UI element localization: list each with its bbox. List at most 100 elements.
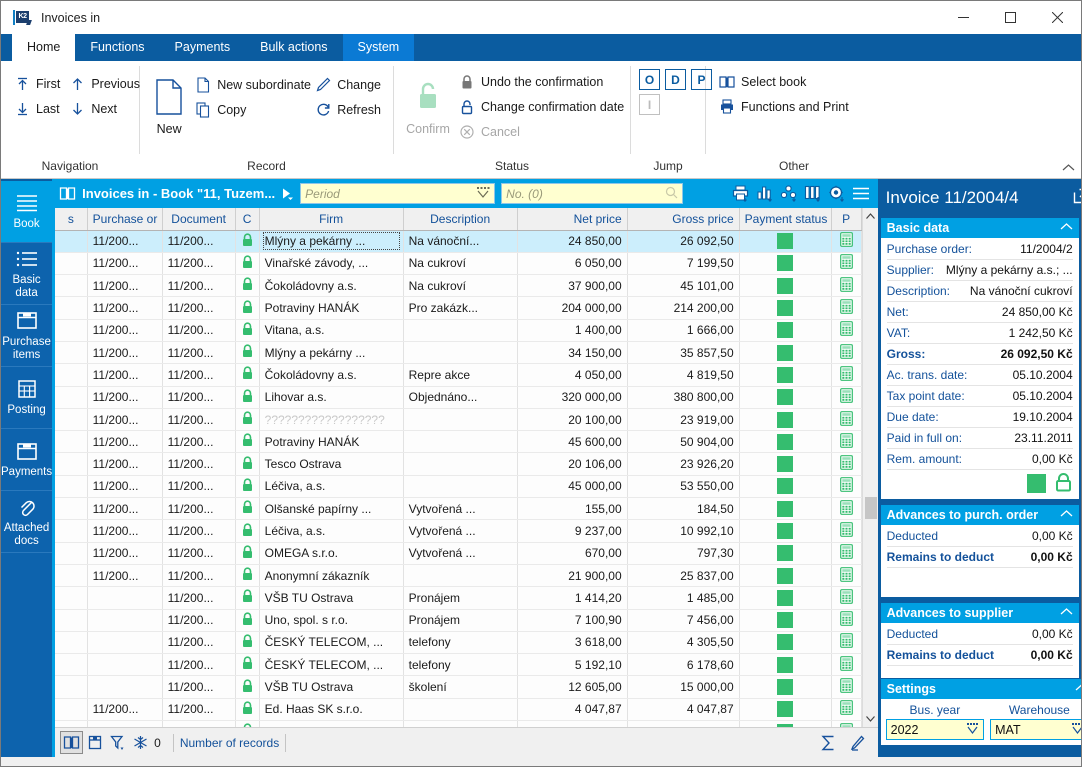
chevron-up-icon[interactable] xyxy=(1060,607,1073,619)
table-row[interactable]: 11/200... 11/200... Vitana, a.s. 1 400,00 1 … xyxy=(55,319,862,342)
maximize-button[interactable] xyxy=(987,1,1034,34)
menu-icon[interactable] xyxy=(850,183,872,205)
bus-year-dropdown-icon[interactable] xyxy=(966,722,979,737)
col-header-document[interactable]: Document xyxy=(162,208,236,231)
table-row[interactable]: 11/200... 11/200... Ed. Haas SK s.r.o. 4 04… xyxy=(55,698,862,722)
last-button[interactable]: Last xyxy=(9,96,64,121)
jump-button-o[interactable]: O xyxy=(639,69,660,90)
table-row[interactable]: 11/200... 11/200... Léčiva, a.s. 45 000,00 5… xyxy=(55,475,862,499)
chevron-up-icon[interactable] xyxy=(1062,163,1075,175)
first-button[interactable]: First xyxy=(9,71,64,96)
book-icon[interactable] xyxy=(60,731,84,754)
select-book-button[interactable]: Select book xyxy=(714,69,874,94)
copy-button[interactable]: Copy xyxy=(190,97,310,122)
col-header-description[interactable]: Description xyxy=(403,208,518,231)
col-header-payment-status[interactable]: Payment status xyxy=(739,208,832,231)
col-header-gross-price[interactable]: Gross price xyxy=(627,208,740,231)
change-confirmation-date-button[interactable]: Change confirmation date xyxy=(454,94,624,119)
table-row[interactable]: 11/200... 11/200... Mlýny a pekárny ... 34 … xyxy=(55,341,862,365)
refresh-button[interactable]: Refresh xyxy=(310,97,385,122)
table-row[interactable]: 11/200... 11/200... Vinařské závody, ... Na… xyxy=(55,252,862,276)
confirm-button[interactable]: Confirm xyxy=(402,67,454,151)
scroll-thumb[interactable] xyxy=(864,497,877,519)
table-row[interactable]: 11/200... VŠB TU Ostrava školení 12 605,00 1… xyxy=(55,675,862,699)
sidebar-item-attached-docs[interactable]: Attached docs xyxy=(1,491,53,553)
detail-card-header[interactable]: Advances to purch. order xyxy=(880,505,1079,525)
warehouse-dropdown-icon[interactable] xyxy=(1071,722,1081,737)
close-button[interactable] xyxy=(1034,1,1081,34)
sum-icon[interactable] xyxy=(817,731,840,754)
table-row[interactable]: 11/200... 11/200... Mlýny a pekárny ... Na … xyxy=(55,230,862,253)
grid-title-dropdown-icon[interactable] xyxy=(281,187,294,200)
minimize-button[interactable] xyxy=(940,1,987,34)
gear-icon[interactable] xyxy=(826,183,848,205)
sidebar-item-basic-data[interactable]: Basic data xyxy=(1,243,53,305)
sidebar-item-purchase-items[interactable]: Purchase items xyxy=(1,305,53,367)
detail-card-header[interactable]: Basic data xyxy=(880,218,1079,238)
period-filter-input[interactable]: Period xyxy=(300,183,496,204)
container-icon[interactable] xyxy=(83,731,106,754)
undo-confirmation-button[interactable]: Undo the confirmation xyxy=(454,69,622,94)
period-spinner-icon[interactable] xyxy=(476,186,490,201)
printer-icon[interactable] xyxy=(730,183,752,205)
col-header-c[interactable]: C xyxy=(235,208,260,231)
settings-card-header[interactable]: Settings xyxy=(880,679,1081,699)
sidebar-item-book[interactable]: Book xyxy=(1,181,53,243)
table-row[interactable]: 11/200... 11/200... Léčiva, a.s. Vytvořená … xyxy=(55,519,862,543)
col-header-s[interactable]: s xyxy=(55,208,88,231)
table-row[interactable]: 11/200... 11/200... OMEGA s.r.o. Vytvořená … xyxy=(55,542,862,565)
table-row[interactable]: 11/200... 11/200... Čokoládovny a.s. Repre … xyxy=(55,363,862,387)
col-header-purchase-order[interactable]: Purchase or xyxy=(87,208,163,231)
columns-icon[interactable] xyxy=(802,183,824,205)
cancel-button[interactable]: Cancel xyxy=(454,119,622,144)
scroll-up-icon[interactable] xyxy=(863,208,878,225)
tab-functions[interactable]: Functions xyxy=(75,34,159,61)
tab-home[interactable]: Home xyxy=(12,34,76,61)
col-header-net-price[interactable]: Net price xyxy=(517,208,628,231)
tab-system[interactable]: System xyxy=(342,34,415,61)
table-row[interactable]: 11/200... 11/200... Olšanské papírny ... Vy… xyxy=(55,497,862,521)
filter-icon[interactable] xyxy=(106,731,129,754)
table-row[interactable]: 11/200...11/200... DHL s.r.o. 37 000,0044 … xyxy=(55,720,862,727)
chevron-up-icon[interactable] xyxy=(1060,509,1073,521)
sidebar-item-posting[interactable]: Posting xyxy=(1,367,53,429)
open-external-icon[interactable] xyxy=(1073,188,1081,209)
scroll-down-icon[interactable] xyxy=(863,710,878,727)
search-icon[interactable] xyxy=(665,186,678,202)
table-row[interactable]: 11/200... 11/200... Lihovar a.s. Objednáno.… xyxy=(55,386,862,409)
number-search-input[interactable]: No. (0) xyxy=(501,183,684,204)
detail-card-header[interactable]: Advances to supplier xyxy=(880,603,1079,623)
table-vertical-scrollbar[interactable] xyxy=(861,208,878,727)
previous-button[interactable]: Previous xyxy=(64,71,140,96)
next-button[interactable]: Next xyxy=(64,96,136,121)
chevron-up-icon[interactable] xyxy=(1060,222,1073,234)
table-row[interactable]: 11/200... 11/200...?????????????????? 20 1… xyxy=(55,408,862,432)
col-header-p[interactable]: P xyxy=(831,208,862,231)
table-row[interactable]: 11/200... Uno, spol. s r.o. Pronájem 7 100,… xyxy=(55,609,862,632)
table-row[interactable]: 11/200... VŠB TU Ostrava Pronájem 1 414,20 1… xyxy=(55,586,862,610)
scroll-track[interactable] xyxy=(863,225,878,710)
table-row[interactable]: 11/200... 11/200... Anonymní zákazník 21 90… xyxy=(55,564,862,588)
jump-button-d[interactable]: D xyxy=(665,69,686,90)
bus-year-input[interactable]: 2022 xyxy=(885,719,985,740)
tab-bulk-actions[interactable]: Bulk actions xyxy=(245,34,342,61)
chevron-up-icon[interactable] xyxy=(1075,683,1081,695)
table-row[interactable]: 11/200... 11/200... Čokoládovny a.s. Na cuk… xyxy=(55,274,862,298)
sidebar-item-payments[interactable]: Payments xyxy=(1,429,53,491)
pen-icon[interactable] xyxy=(846,731,869,754)
table-row[interactable]: 11/200... ČESKÝ TELECOM, ... telefony 3 618… xyxy=(55,631,862,655)
bar-chart-icon[interactable] xyxy=(754,183,776,205)
pivot-icon[interactable] xyxy=(778,183,800,205)
table-row[interactable]: 11/200... 11/200... Potraviny HANÁK 45 600,… xyxy=(55,430,862,454)
change-button[interactable]: Change xyxy=(310,72,385,97)
snowflake-icon[interactable] xyxy=(129,731,152,754)
tab-payments[interactable]: Payments xyxy=(160,34,246,61)
table-row[interactable]: 11/200... ČESKÝ TELECOM, ... telefony 5 192… xyxy=(55,653,862,677)
new-button[interactable]: New xyxy=(148,67,190,151)
warehouse-input[interactable]: MAT xyxy=(990,719,1081,740)
functions-and-print-button[interactable]: Functions and Print xyxy=(714,94,874,119)
table-row[interactable]: 11/200... 11/200... Potraviny HANÁK Pro zak… xyxy=(55,296,862,320)
col-header-firm[interactable]: Firm xyxy=(259,208,404,231)
table-row[interactable]: 11/200... 11/200... Tesco Ostrava 20 106,00… xyxy=(55,452,862,476)
jump-button-i[interactable]: I xyxy=(639,94,660,115)
